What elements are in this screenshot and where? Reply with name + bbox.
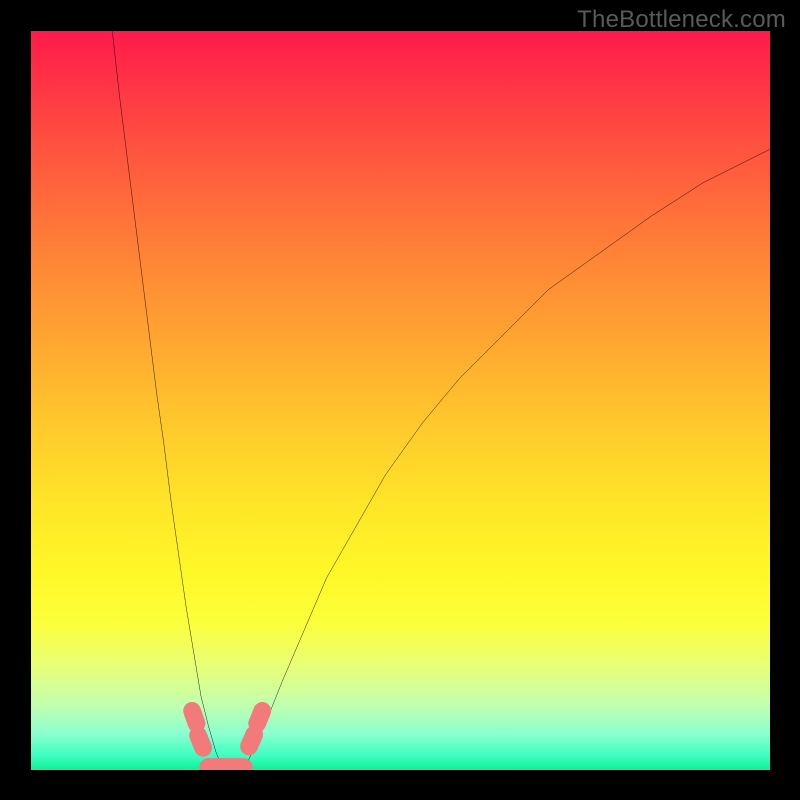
series-right-curve xyxy=(245,149,770,766)
marker-left-blob-lower xyxy=(198,735,203,748)
series-left-curve xyxy=(112,31,221,766)
marker-right-blob-upper xyxy=(257,711,262,724)
marker-left-blob-upper xyxy=(192,711,196,724)
watermark-label: TheBottleneck.com xyxy=(577,6,786,34)
chart-frame: TheBottleneck.com xyxy=(0,0,800,800)
marker-right-blob-lower xyxy=(249,735,254,747)
chart-svg xyxy=(31,31,770,770)
plot-area xyxy=(31,31,770,770)
